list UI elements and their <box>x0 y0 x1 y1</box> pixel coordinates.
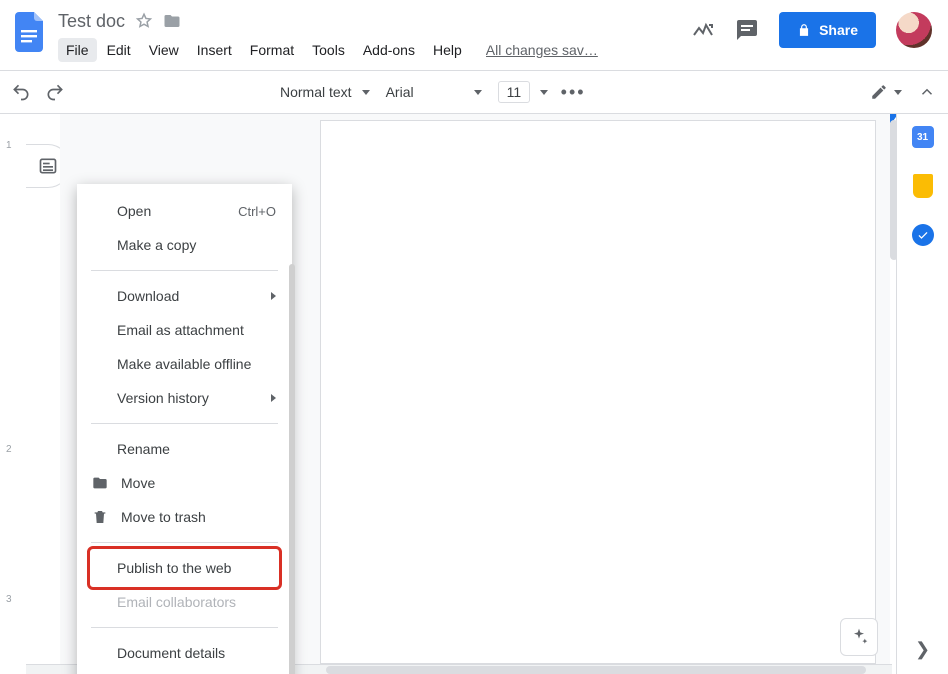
lock-icon <box>797 22 811 38</box>
share-label: Share <box>819 22 858 38</box>
file-email-attachment[interactable]: Email as attachment <box>77 313 292 347</box>
move-folder-icon[interactable] <box>163 12 181 30</box>
redo-button[interactable] <box>38 75 72 109</box>
chevron-down-icon <box>474 90 482 95</box>
undo-button[interactable] <box>4 75 38 109</box>
menu-tools[interactable]: Tools <box>304 38 353 62</box>
file-version-history[interactable]: Version history <box>77 381 292 415</box>
toolbar-more-button[interactable]: ••• <box>556 75 590 109</box>
file-publish-to-web[interactable]: Publish to the web <box>77 551 292 585</box>
font-family-combo[interactable]: Arial <box>378 77 490 107</box>
menu-addons[interactable]: Add-ons <box>355 38 423 62</box>
file-menu-dropdown: Open Ctrl+O Make a copy Download Email a… <box>77 184 292 674</box>
file-move-to-trash[interactable]: Move to trash <box>77 500 292 534</box>
document-page[interactable] <box>320 120 876 664</box>
file-download[interactable]: Download <box>77 279 292 313</box>
file-email-collaborators: Email collaborators <box>77 585 292 619</box>
share-button[interactable]: Share <box>779 12 876 48</box>
menu-separator <box>91 627 278 628</box>
title-bar: Test doc File Edit View Insert Format To… <box>0 0 948 70</box>
submenu-arrow-icon <box>271 394 276 402</box>
menu-edit[interactable]: Edit <box>99 38 139 62</box>
paragraph-style-combo[interactable]: Normal text <box>272 77 378 107</box>
font-size-combo[interactable]: 11 <box>490 77 557 107</box>
explore-icon <box>849 627 869 647</box>
all-changes-saved[interactable]: All changes sav… <box>486 42 598 58</box>
file-available-offline[interactable]: Make available offline <box>77 347 292 381</box>
font-family-value: Arial <box>386 84 464 100</box>
activity-icon[interactable] <box>691 18 715 42</box>
submenu-arrow-icon <box>271 292 276 300</box>
ruler-tick: 1 <box>6 140 12 151</box>
side-panel-expand-icon[interactable]: ❯ <box>915 639 930 660</box>
menu-help[interactable]: Help <box>425 38 470 62</box>
menu-format[interactable]: Format <box>242 38 302 62</box>
ruler-tick: 2 <box>6 444 12 455</box>
explore-button[interactable] <box>840 618 878 656</box>
outline-icon <box>38 156 58 176</box>
account-avatar[interactable] <box>896 12 932 48</box>
pencil-icon <box>870 83 888 101</box>
editing-mode-combo[interactable] <box>862 77 910 107</box>
menu-file[interactable]: File <box>58 38 97 62</box>
chevron-down-icon <box>540 90 548 95</box>
paragraph-style-value: Normal text <box>280 84 352 100</box>
toolbar: Normal text Arial 11 ••• <box>0 70 948 114</box>
file-open[interactable]: Open Ctrl+O <box>77 194 292 228</box>
folder-icon <box>91 474 109 492</box>
horizontal-scrollbar-thumb[interactable] <box>326 666 866 674</box>
file-document-details[interactable]: Document details <box>77 636 292 670</box>
file-rename[interactable]: Rename <box>77 432 292 466</box>
menu-bar: File Edit View Insert Format Tools Add-o… <box>58 36 691 64</box>
file-language[interactable]: Language <box>77 670 292 674</box>
file-move[interactable]: Move <box>77 466 292 500</box>
chevron-down-icon <box>894 90 902 95</box>
trash-icon <box>91 508 109 526</box>
menu-separator <box>91 423 278 424</box>
ruler-tick: 3 <box>6 594 12 605</box>
menu-view[interactable]: View <box>141 38 187 62</box>
workspace: 2 3 4 5 6 1 2 3 31 ❯ <box>0 114 948 674</box>
menu-separator <box>91 542 278 543</box>
side-panel-rail: 31 ❯ <box>896 114 948 674</box>
comments-icon[interactable] <box>735 18 759 42</box>
doc-title[interactable]: Test doc <box>58 11 125 32</box>
chevron-down-icon <box>362 90 370 95</box>
vertical-ruler[interactable]: 1 2 3 <box>0 114 26 674</box>
keep-addon-icon[interactable] <box>913 174 933 198</box>
collapse-toolbar-button[interactable] <box>910 75 944 109</box>
star-icon[interactable] <box>135 12 153 30</box>
file-make-copy[interactable]: Make a copy <box>77 228 292 262</box>
menu-separator <box>91 270 278 271</box>
docs-logo[interactable] <box>10 6 50 58</box>
font-size-value[interactable]: 11 <box>498 81 531 103</box>
menu-insert[interactable]: Insert <box>189 38 240 62</box>
tasks-addon-icon[interactable] <box>912 224 934 246</box>
calendar-addon-icon[interactable]: 31 <box>912 126 934 148</box>
